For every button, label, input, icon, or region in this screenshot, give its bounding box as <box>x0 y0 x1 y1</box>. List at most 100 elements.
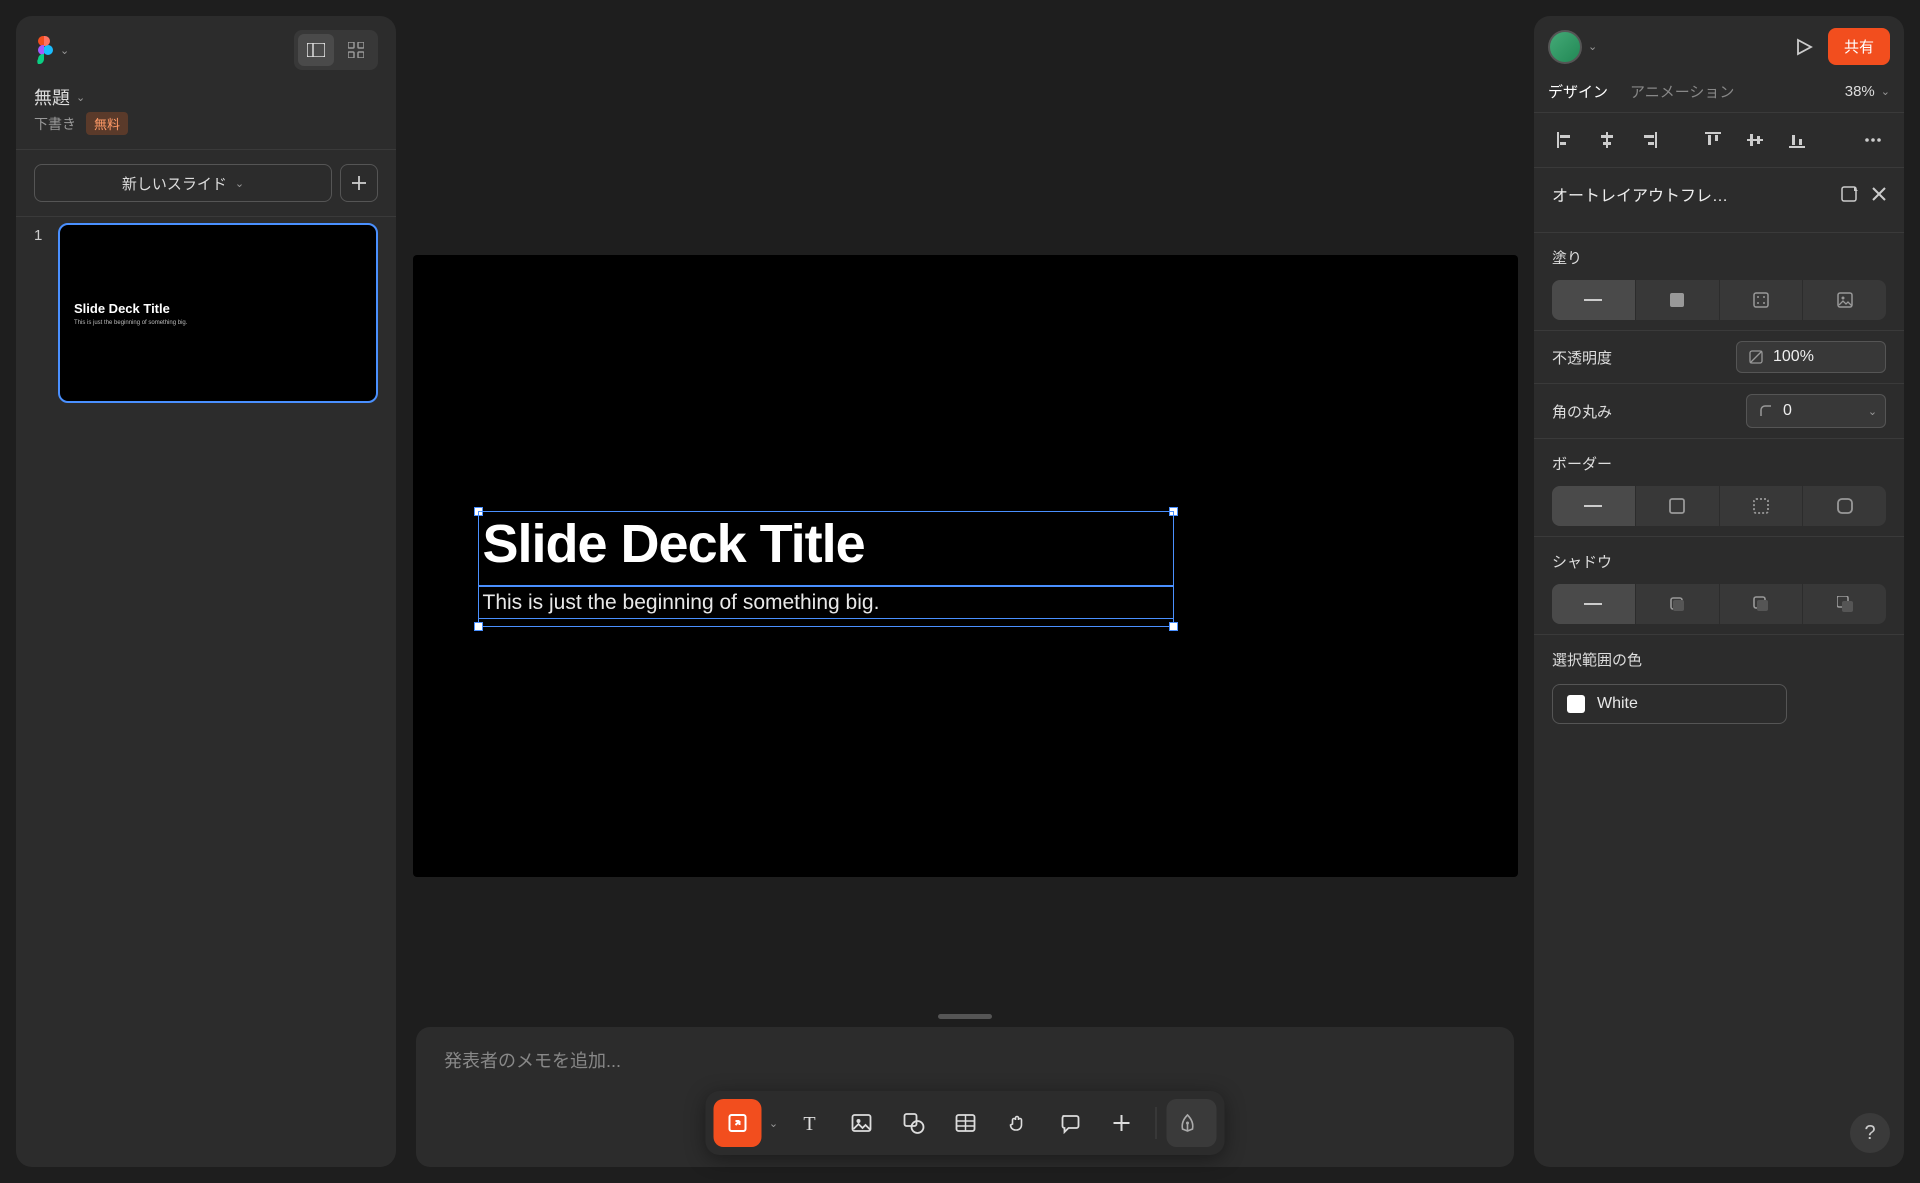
table-tool-button[interactable] <box>942 1099 990 1147</box>
corner-icon <box>1759 404 1773 418</box>
grid-view-button[interactable] <box>338 34 374 66</box>
autolayout-section: オートレイアウトフレ… <box>1534 168 1904 232</box>
figma-logo-menu[interactable]: ⌄ <box>34 36 69 64</box>
avatar-menu[interactable]: ⌄ <box>1548 30 1597 64</box>
fill-section: 塗り <box>1534 233 1904 330</box>
chevron-down-icon: ⌄ <box>76 91 85 104</box>
chevron-down-icon: ⌄ <box>1588 40 1597 53</box>
doc-title[interactable]: 無題 ⌄ <box>16 80 396 112</box>
shadow-segmented <box>1552 584 1886 624</box>
shadow-none-button[interactable] <box>1552 584 1636 624</box>
user-avatar <box>1548 30 1582 64</box>
comment-icon <box>1059 1112 1081 1134</box>
pen-tool-button[interactable] <box>1167 1099 1209 1147</box>
border-segmented <box>1552 486 1886 526</box>
comment-tool-button[interactable] <box>1046 1099 1094 1147</box>
svg-text:T: T <box>803 1113 815 1134</box>
align-vcenter-button[interactable] <box>1738 123 1772 157</box>
zoom-value: 38% <box>1845 83 1875 100</box>
notes-resize-handle[interactable] <box>938 1014 992 1019</box>
align-left-button[interactable] <box>1548 123 1582 157</box>
border-label: ボーダー <box>1552 453 1886 474</box>
shadow-label: シャドウ <box>1552 551 1886 572</box>
toolbar-separator <box>1156 1107 1157 1139</box>
slide-thumbnail[interactable]: Slide Deck Title This is just the beginn… <box>58 223 378 403</box>
zoom-control[interactable]: 38% ⌄ <box>1845 83 1890 100</box>
opacity-icon <box>1749 350 1763 364</box>
corner-radius-row: 角の丸み 0 ⌄ <box>1534 384 1904 438</box>
color-chip-row: White <box>1534 684 1904 738</box>
shadow-medium-button[interactable] <box>1720 584 1804 624</box>
center-area: Slide Deck Title This is just the beginn… <box>396 0 1534 1183</box>
slide[interactable]: Slide Deck Title This is just the beginn… <box>413 255 1518 877</box>
corner-dropdown[interactable]: ⌄ <box>1860 394 1886 428</box>
plus-icon <box>352 176 366 190</box>
plan-badge[interactable]: 無料 <box>86 112 128 135</box>
panel-icon <box>307 43 325 57</box>
selection-handle[interactable] <box>1169 622 1178 631</box>
border-dashed-button[interactable] <box>1720 486 1804 526</box>
corner-input[interactable]: 0 <box>1746 394 1866 428</box>
add-slide-button[interactable] <box>340 164 378 202</box>
color-swatch <box>1567 695 1585 713</box>
fill-none-button[interactable] <box>1552 280 1636 320</box>
selection-subtitle-frame[interactable] <box>478 586 1174 619</box>
fill-gradient-button[interactable] <box>1720 280 1804 320</box>
selection-handle[interactable] <box>474 622 483 631</box>
align-right-button[interactable] <box>1632 123 1666 157</box>
table-icon <box>955 1112 977 1134</box>
doc-status-row: 下書き 無料 <box>16 112 396 149</box>
slide-thumbnails: 1 Slide Deck Title This is just the begi… <box>16 217 396 1167</box>
color-chip[interactable]: White <box>1552 684 1787 724</box>
present-button[interactable] <box>1794 37 1814 57</box>
tab-animation[interactable]: アニメーション <box>1630 81 1734 102</box>
share-button[interactable]: 共有 <box>1828 28 1890 65</box>
plus-icon <box>1113 1114 1131 1132</box>
play-icon <box>1794 37 1814 57</box>
canvas[interactable]: Slide Deck Title This is just the beginn… <box>404 16 1526 1006</box>
border-custom-button[interactable] <box>1803 486 1886 526</box>
align-hcenter-button[interactable] <box>1590 123 1624 157</box>
alignment-row <box>1534 113 1904 167</box>
close-icon[interactable] <box>1872 187 1886 201</box>
doc-status: 下書き <box>34 114 76 134</box>
panel-view-button[interactable] <box>298 34 334 66</box>
shadow-large-button[interactable] <box>1803 584 1886 624</box>
sticker-tool-button[interactable] <box>994 1099 1042 1147</box>
pen-icon <box>1177 1112 1199 1134</box>
new-slide-label: 新しいスライド <box>122 173 227 194</box>
tab-design[interactable]: デザイン <box>1548 81 1608 102</box>
align-top-button[interactable] <box>1696 123 1730 157</box>
help-button[interactable]: ? <box>1850 1113 1890 1153</box>
fill-solid-button[interactable] <box>1636 280 1720 320</box>
fill-image-button[interactable] <box>1803 280 1886 320</box>
shape-tool-button[interactable] <box>890 1099 938 1147</box>
selection-color-label: 選択範囲の色 <box>1552 649 1886 670</box>
move-tool-dropdown[interactable]: ⌄ <box>766 1117 782 1130</box>
doc-title-text: 無題 <box>34 84 70 110</box>
autolayout-settings-icon[interactable] <box>1840 185 1858 203</box>
border-solid-button[interactable] <box>1636 486 1720 526</box>
new-slide-button[interactable]: 新しいスライド ⌄ <box>34 164 332 202</box>
grid-icon <box>348 42 364 58</box>
border-none-button[interactable] <box>1552 486 1636 526</box>
thumbnail-index: 1 <box>34 223 48 403</box>
opacity-label: 不透明度 <box>1552 347 1612 368</box>
color-name: White <box>1597 695 1638 713</box>
image-tool-button[interactable] <box>838 1099 886 1147</box>
align-bottom-button[interactable] <box>1780 123 1814 157</box>
fill-label: 塗り <box>1552 247 1886 268</box>
selection-title-frame[interactable] <box>478 511 1174 586</box>
chevron-down-icon: ⌄ <box>235 177 244 190</box>
text-tool-button[interactable]: T <box>786 1099 834 1147</box>
add-tool-button[interactable] <box>1098 1099 1146 1147</box>
move-tool-button[interactable] <box>714 1099 762 1147</box>
bottom-toolbar: ⌄ T <box>706 1091 1225 1155</box>
corner-label: 角の丸み <box>1552 401 1612 422</box>
thumbnail-row: 1 Slide Deck Title This is just the begi… <box>34 223 378 403</box>
notes-placeholder: 発表者のメモを追加... <box>444 1051 621 1071</box>
opacity-input[interactable]: 100% <box>1736 341 1886 373</box>
shadow-small-button[interactable] <box>1636 584 1720 624</box>
more-align-button[interactable] <box>1856 123 1890 157</box>
arrow-out-icon <box>727 1112 749 1134</box>
